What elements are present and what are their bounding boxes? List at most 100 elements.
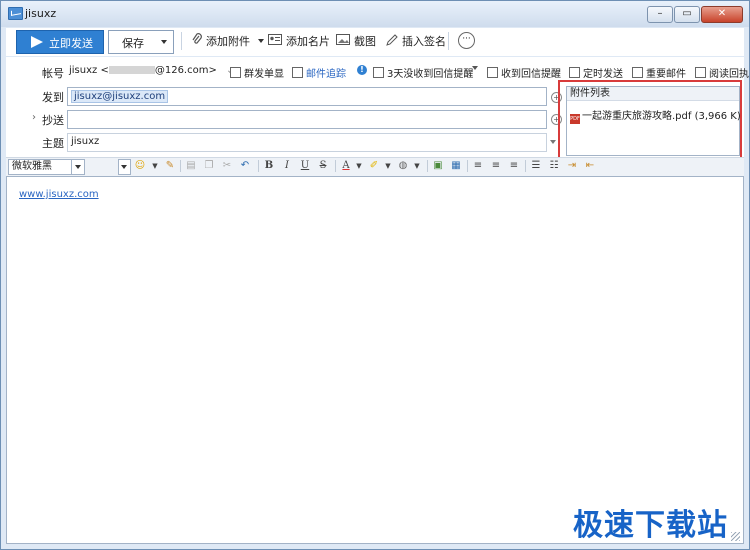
cc-label: 抄送 (42, 114, 64, 127)
reply-reminder-checkbox[interactable]: 收到回信提醒 (487, 65, 561, 80)
more-icon: ··· (462, 34, 471, 44)
send-arrow-icon (31, 36, 43, 48)
format-toolbar: 微软雅黑 ☺ ▼ ✎ ▤ ❐ ✂ ↶ B I U S A ▼ ✐ ▼ ◍ ▼ ▣… (6, 157, 744, 177)
screenshot-button[interactable]: 截图 (336, 33, 376, 49)
reply-reminder-label: 收到回信提醒 (501, 69, 561, 80)
close-icon: ✕ (717, 8, 727, 19)
group-send-checkbox[interactable]: 群发单显 (230, 65, 284, 80)
checkbox-icon (373, 67, 384, 78)
font-family-select[interactable]: 微软雅黑 (8, 159, 85, 175)
format-divider (525, 160, 526, 172)
underline-button[interactable]: U (298, 159, 312, 173)
scheduled-send-label: 定时发送 (583, 69, 623, 80)
window-title: jisuxz (25, 7, 57, 20)
cc-field[interactable] (67, 110, 547, 129)
no-reply-reminder-label: 3天没收到回信提醒 (387, 69, 474, 80)
toolbar-divider (181, 32, 182, 50)
background-color-icon[interactable]: ◍ (396, 159, 410, 173)
send-now-button[interactable]: 立即发送 (16, 30, 104, 54)
outdent-icon[interactable]: ⇤ (583, 159, 597, 173)
pen-icon (386, 33, 398, 49)
checkbox-icon (569, 67, 580, 78)
chevron-right-icon[interactable]: › (32, 112, 36, 123)
format-divider (180, 160, 181, 172)
contact-card-icon (268, 34, 282, 48)
read-receipt-label: 阅读回执 (709, 69, 749, 80)
screenshot-label: 截图 (354, 35, 376, 48)
chevron-down-icon[interactable]: ▼ (352, 159, 366, 173)
align-right-icon[interactable]: ≡ (507, 159, 521, 173)
cut-icon[interactable]: ✂ (220, 159, 234, 173)
font-size-select[interactable] (118, 159, 131, 175)
add-attachment-button[interactable]: 添加附件 (192, 33, 264, 49)
account-selector[interactable]: jisuxz <@126.com> ⌄ (69, 65, 234, 76)
image-icon (336, 34, 350, 48)
subject-label: 主题 (42, 137, 64, 150)
subject-field[interactable]: jisuxz (67, 133, 547, 152)
emoji-icon[interactable]: ☺ (133, 159, 147, 173)
copy-icon[interactable]: ❐ (202, 159, 216, 173)
chevron-down-icon[interactable]: ▼ (381, 159, 395, 173)
important-mail-checkbox[interactable]: 重要邮件 (632, 65, 686, 80)
to-label: 发到 (42, 91, 64, 104)
undo-icon[interactable]: ↶ (238, 159, 252, 173)
italic-button[interactable]: I (280, 159, 294, 173)
chevron-down-icon[interactable] (472, 66, 478, 70)
checkbox-icon (487, 67, 498, 78)
chevron-down-icon[interactable]: ▼ (148, 159, 162, 173)
chevron-down-icon[interactable]: ▼ (410, 159, 424, 173)
resize-grip-icon[interactable] (731, 532, 740, 541)
toolbar-divider (448, 32, 449, 50)
bold-button[interactable]: B (262, 159, 276, 173)
format-divider (427, 160, 428, 172)
add-card-label: 添加名片 (286, 35, 330, 48)
add-card-button[interactable]: 添加名片 (268, 33, 330, 49)
chevron-down-icon (71, 160, 84, 174)
important-mail-label: 重要邮件 (646, 69, 686, 80)
mail-tracking-checkbox[interactable]: 邮件追踪 (292, 65, 346, 80)
format-divider (467, 160, 468, 172)
numbered-list-icon[interactable]: ☰ (529, 159, 543, 173)
insert-signature-label: 插入签名 (402, 35, 446, 48)
site-watermark: 极速下载站 (573, 508, 728, 543)
indent-icon[interactable]: ⇥ (565, 159, 579, 173)
highlight-color-icon[interactable]: ✐ (367, 159, 381, 173)
info-icon: ! (357, 65, 367, 75)
paste-icon[interactable]: ▤ (184, 159, 198, 173)
subject-value: jisuxz (71, 136, 100, 147)
mail-app-icon (8, 7, 23, 20)
more-options-button[interactable]: ··· (458, 32, 475, 49)
minimize-button[interactable]: – (647, 6, 673, 23)
insert-image-icon[interactable]: ▣ (431, 159, 445, 173)
scheduled-send-checkbox[interactable]: 定时发送 (569, 65, 623, 80)
align-left-icon[interactable]: ≡ (471, 159, 485, 173)
account-name: jisuxz < (69, 65, 109, 76)
chevron-down-icon (161, 40, 167, 44)
bullet-list-icon[interactable]: ☷ (547, 159, 561, 173)
group-send-label: 群发单显 (244, 69, 284, 80)
format-painter-icon[interactable]: ✎ (163, 159, 177, 173)
account-redacted (108, 66, 155, 74)
close-button[interactable]: ✕ (701, 6, 743, 23)
account-domain: @126.com> (154, 65, 217, 76)
insert-signature-button[interactable]: 插入签名 (386, 33, 446, 49)
format-divider (258, 160, 259, 172)
save-button[interactable]: 保存 (108, 30, 174, 54)
maximize-icon: ▭ (682, 8, 692, 19)
paperclip-icon (192, 33, 202, 49)
align-center-icon[interactable]: ≡ (489, 159, 503, 173)
chevron-down-icon[interactable] (550, 140, 556, 144)
strikethrough-button[interactable]: S (316, 159, 330, 173)
recipient-chip[interactable]: jisuxz@jisuxz.com (71, 90, 169, 103)
insert-table-icon[interactable]: ▦ (449, 159, 463, 173)
to-field[interactable]: jisuxz@jisuxz.com (67, 87, 547, 106)
chevron-down-icon (257, 39, 264, 43)
font-color-button[interactable]: A (339, 159, 353, 173)
compose-window: jisuxz – ▭ ✕ 立即发送 保存 添加附件 添加名片 截图 插入签名 ·… (0, 0, 750, 550)
maximize-button[interactable]: ▭ (674, 6, 700, 23)
no-reply-reminder-checkbox[interactable]: 3天没收到回信提醒 (373, 65, 473, 80)
body-link[interactable]: www.jisuxz.com (19, 189, 99, 200)
message-body[interactable]: www.jisuxz.com (6, 176, 744, 544)
account-label: 帐号 (42, 67, 64, 80)
read-receipt-checkbox[interactable]: 阅读回执 (695, 65, 749, 80)
